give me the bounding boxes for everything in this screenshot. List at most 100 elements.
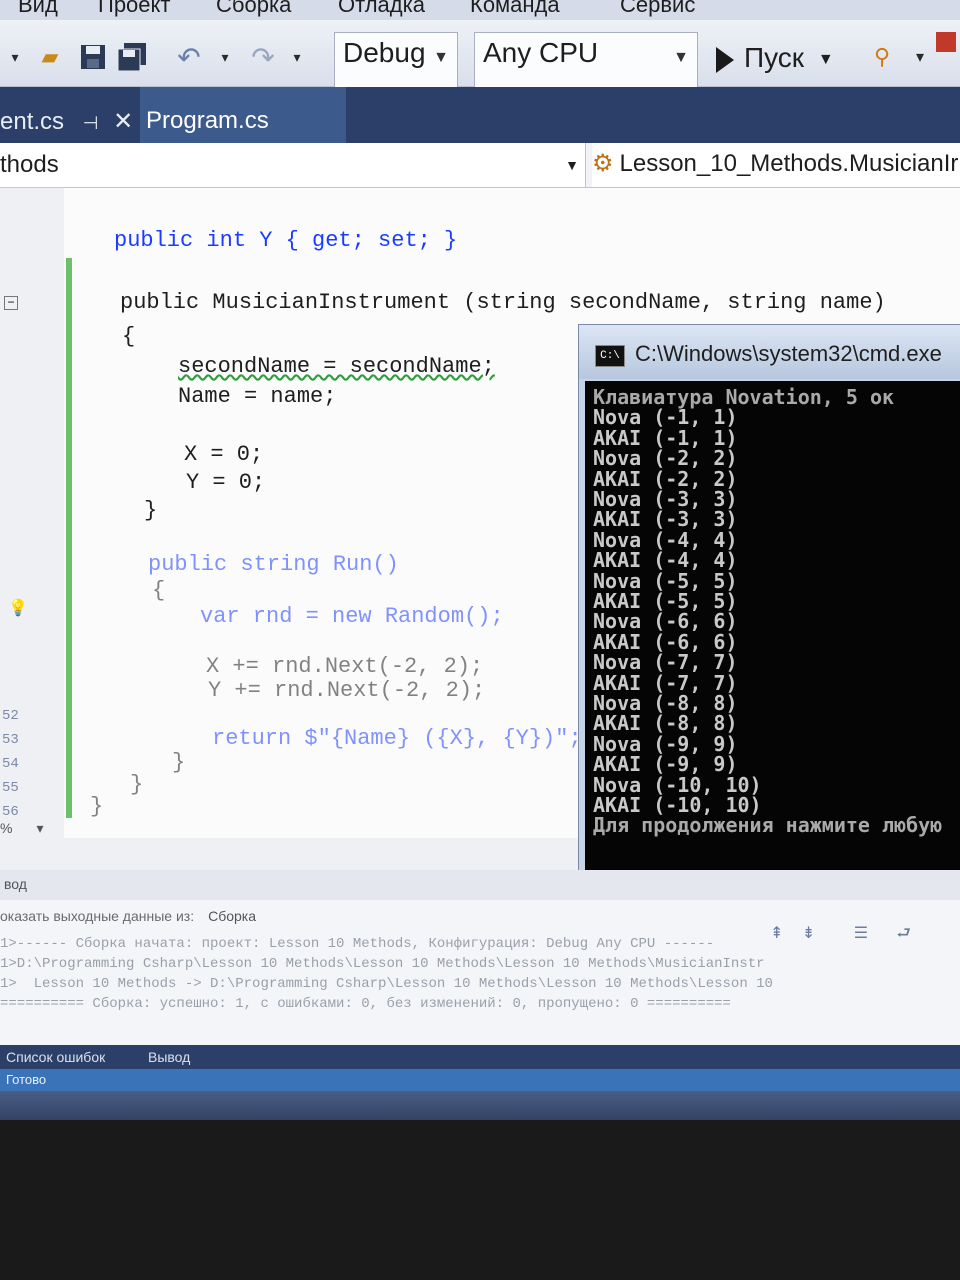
chevron-down-icon[interactable]: ▾ bbox=[8, 42, 22, 72]
line-number: 54 bbox=[2, 756, 19, 772]
project-dropdown[interactable]: thods ▼ bbox=[0, 143, 586, 187]
zoom-level[interactable]: % ▾ bbox=[0, 820, 43, 837]
chevron-down-icon[interactable]: ▼ bbox=[818, 51, 834, 68]
line-number: 56 bbox=[2, 804, 19, 820]
status-bar: Готово bbox=[0, 1069, 960, 1091]
tab-error-list[interactable]: Список ошибок bbox=[6, 1049, 105, 1065]
collapse-icon[interactable]: − bbox=[4, 296, 18, 310]
document-tabs: ent.cs ⊣ ✕ Program.cs bbox=[0, 87, 960, 143]
find-icon[interactable]: ⚲ bbox=[862, 42, 902, 72]
chevron-down-icon: ▼ bbox=[565, 157, 579, 173]
save-icon[interactable] bbox=[78, 42, 108, 72]
tab-output[interactable]: Вывод bbox=[148, 1049, 190, 1065]
code-line: Y += rnd.Next(-2, 2); bbox=[208, 678, 486, 703]
tab-program-cs[interactable]: Program.cs bbox=[140, 87, 346, 143]
menu-build[interactable]: Сборка bbox=[216, 0, 291, 18]
chevron-down-icon: ▼ bbox=[433, 49, 449, 66]
code-line: var rnd = new Random(); bbox=[200, 604, 504, 629]
code-line: Y = 0; bbox=[186, 470, 266, 495]
menu-view[interactable]: Вид bbox=[18, 0, 58, 18]
menu-debug[interactable]: Отладка bbox=[338, 0, 425, 18]
code-line: } bbox=[144, 498, 158, 523]
stop-icon[interactable] bbox=[936, 32, 956, 52]
vs-window: Вид Проект Сборка Отладка Команда Сервис… bbox=[0, 0, 960, 1120]
code-line: } bbox=[172, 750, 186, 775]
bottom-tabs: Список ошибок Вывод bbox=[0, 1045, 960, 1069]
console-icon: C:\ bbox=[595, 345, 625, 367]
navigation-bar: thods ▼ ⚙ Lesson_10_Methods.MusicianIr bbox=[0, 143, 960, 188]
tab-ent-cs[interactable]: ent.cs ⊣ ✕ bbox=[0, 87, 136, 143]
menu-team[interactable]: Команда bbox=[470, 0, 560, 18]
code-line: return $"{Name} ({X}, {Y})"; bbox=[212, 726, 582, 751]
status-text: Готово bbox=[6, 1072, 47, 1087]
console-titlebar[interactable]: C:\ C:\Windows\system32\cmd.exe bbox=[579, 325, 960, 379]
menu-bar: Вид Проект Сборка Отладка Команда Сервис bbox=[0, 0, 960, 20]
chevron-down-icon[interactable]: ▾ bbox=[218, 42, 232, 72]
class-icon: ⚙ bbox=[592, 150, 614, 177]
type-dropdown-value: Lesson_10_Methods.MusicianIr bbox=[619, 150, 959, 177]
platform-select[interactable]: Any CPU ▼ bbox=[474, 32, 698, 88]
save-all-icon[interactable] bbox=[116, 42, 150, 72]
code-line: { bbox=[152, 578, 166, 603]
console-title: C:\Windows\system32\cmd.exe bbox=[635, 341, 942, 366]
output-toolbar: ⇞ ⇟ ☰ ⮐ bbox=[770, 922, 911, 949]
lightbulb-icon[interactable]: 💡 bbox=[8, 598, 28, 617]
platform-value: Any CPU bbox=[483, 37, 599, 68]
code-line: Name = name; bbox=[178, 384, 337, 409]
start-button[interactable]: Пуск ▼ bbox=[716, 42, 834, 74]
output-source-select[interactable]: Сборка bbox=[208, 908, 256, 924]
changes-indicator bbox=[66, 258, 72, 818]
pin-icon[interactable]: ⊣ bbox=[83, 113, 99, 133]
menu-project[interactable]: Проект bbox=[98, 0, 170, 18]
output-panel: вод оказать выходные данные из: Сборка ⇞ … bbox=[0, 870, 960, 1050]
code-line: public int Y { get; set; } bbox=[114, 228, 457, 253]
tab-label: Program.cs bbox=[146, 107, 269, 134]
tab-label: ent.cs bbox=[0, 108, 65, 135]
output-line: 1> Lesson 10 Methods -> D:\Programming C… bbox=[0, 976, 773, 992]
zoom-value: % bbox=[0, 820, 13, 836]
next-message-icon[interactable]: ⇟ bbox=[802, 925, 815, 942]
chevron-down-icon[interactable]: ▾ bbox=[290, 42, 304, 72]
config-select[interactable]: Debug ▼ bbox=[334, 32, 458, 88]
toolbar: ▾ ▰ ↶ ▾ ↷ ▾ Debug ▼ Any CPU ▼ Пуск ▼ ⚲ ▾ bbox=[0, 20, 960, 88]
taskbar bbox=[0, 1091, 960, 1120]
code-line: public MusicianInstrument (string second… bbox=[120, 290, 886, 315]
console-window[interactable]: C:\ C:\Windows\system32\cmd.exe Клавиату… bbox=[578, 324, 960, 878]
word-wrap-icon[interactable]: ⮐ bbox=[897, 925, 911, 942]
play-icon bbox=[716, 46, 734, 73]
type-dropdown[interactable]: ⚙ Lesson_10_Methods.MusicianIr bbox=[592, 143, 960, 187]
clear-all-icon[interactable]: ☰ bbox=[854, 925, 868, 942]
line-number: 55 bbox=[2, 780, 19, 796]
redo-icon[interactable]: ↷ bbox=[246, 42, 280, 73]
line-number: 52 bbox=[2, 708, 19, 724]
overflow-icon[interactable]: ▾ bbox=[910, 42, 930, 72]
code-line: X += rnd.Next(-2, 2); bbox=[206, 654, 484, 679]
code-line: } bbox=[90, 794, 104, 819]
project-dropdown-value: thods bbox=[0, 151, 59, 178]
code-line: } bbox=[130, 772, 144, 797]
output-panel-header: вод bbox=[0, 870, 960, 900]
code-line: secondName = secondName; bbox=[178, 354, 495, 379]
chevron-down-icon: ▼ bbox=[673, 49, 689, 66]
close-icon[interactable]: ✕ bbox=[113, 108, 133, 135]
output-source: оказать выходные данные из: Сборка bbox=[0, 908, 256, 924]
console-line: Для продолжения нажмите любую bbox=[593, 813, 943, 838]
previous-message-icon[interactable]: ⇞ bbox=[770, 925, 783, 942]
code-line-text: public MusicianInstrument (string second… bbox=[120, 290, 886, 315]
output-source-label: оказать выходные данные из: bbox=[0, 908, 195, 924]
code-line: { bbox=[122, 324, 136, 349]
start-label: Пуск bbox=[744, 42, 805, 73]
line-number: 53 bbox=[2, 732, 19, 748]
menu-tools[interactable]: Сервис bbox=[620, 0, 695, 18]
config-value: Debug bbox=[343, 37, 426, 68]
code-line: public string Run() bbox=[148, 552, 399, 577]
output-line: ========== Сборка: успешно: 1, с ошибкам… bbox=[0, 996, 731, 1012]
undo-icon[interactable]: ↶ bbox=[172, 42, 206, 73]
console-output: Клавиатура Novation, 5 ок Nova (-1, 1) AKA… bbox=[585, 381, 960, 871]
open-folder-icon[interactable]: ▰ bbox=[34, 42, 66, 72]
chevron-down-icon: ▾ bbox=[36, 820, 44, 836]
code-line: X = 0; bbox=[184, 442, 264, 467]
output-line: 1>D:\Programming Csharp\Lesson 10 Method… bbox=[0, 956, 765, 972]
output-line: 1>------ Сборка начата: проект: Lesson 1… bbox=[0, 936, 715, 952]
code-line-text: public int Y { get; set; } bbox=[114, 228, 458, 253]
